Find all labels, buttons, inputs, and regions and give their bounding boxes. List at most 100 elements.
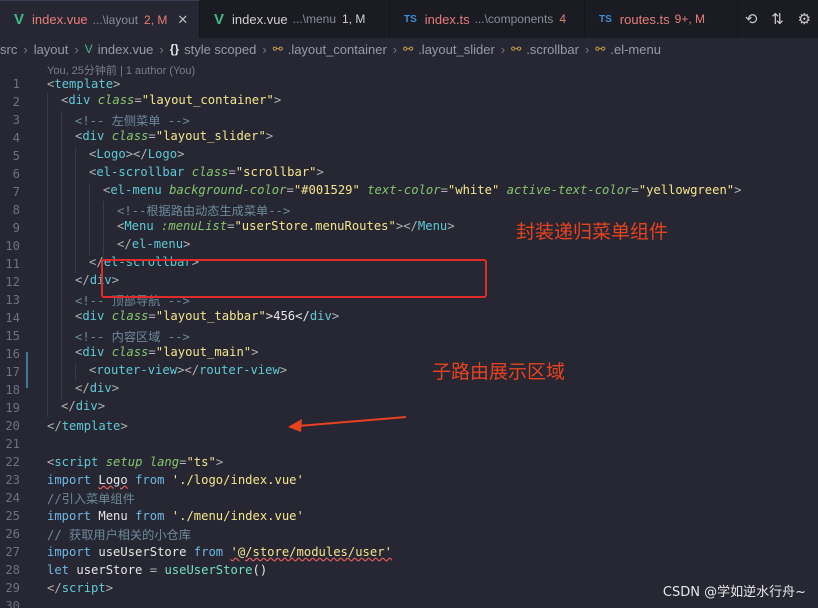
breadcrumb-layout-slider[interactable]: ⚯ .layout_slider: [403, 42, 495, 57]
tab-badge: 9+, M: [674, 12, 705, 26]
token: Logo: [98, 473, 128, 487]
comment: //引入菜单组件: [47, 492, 135, 506]
comment: <!--根据路由动态生成菜单-->: [117, 204, 291, 218]
chevron-right-icon: ›: [23, 41, 28, 57]
code-line: 5 <Logo></Logo>: [0, 147, 818, 165]
token: from: [135, 473, 165, 487]
code-line: 2 <div class="layout_container">: [0, 93, 818, 111]
braces-icon: {}: [169, 42, 180, 56]
token: text-color: [367, 183, 441, 197]
code-line: 18 </div>: [0, 381, 818, 399]
token: =: [440, 183, 448, 197]
token: >: [734, 183, 742, 197]
chevron-right-icon: ›: [262, 41, 267, 57]
token: class: [191, 165, 229, 179]
breadcrumb: src › layout › Vindex.vue › {} style scop…: [0, 38, 818, 60]
token: script: [54, 455, 99, 469]
token: class: [97, 93, 135, 107]
line-number: 28: [5, 563, 20, 577]
token: div: [89, 381, 112, 395]
breadcrumb-style[interactable]: {} style scoped: [170, 42, 257, 57]
token: div: [75, 399, 98, 413]
annotation-menu-note: 封装递归菜单组件: [516, 221, 669, 243]
vue-file-icon: V: [84, 42, 93, 56]
token: =: [631, 183, 639, 197]
breadcrumb-scrollbar[interactable]: ⚯ .scrollbar: [511, 42, 579, 57]
timeline-icon[interactable]: ⟲: [745, 10, 758, 28]
token: (): [252, 563, 268, 577]
token: './logo/index.vue': [171, 473, 304, 487]
editor-actions: ⟲ ⇅ ⚙: [738, 0, 818, 38]
token: el-menu: [131, 237, 184, 251]
token: >: [97, 399, 106, 413]
code-line: 26 // 获取用户相关的小仓库: [0, 525, 818, 543]
code-line: 25 import Menu from './menu/index.vue': [0, 507, 818, 525]
tab-menu-index-vue[interactable]: V index.vue ...\menu 1, M: [200, 0, 390, 38]
code-line: 3 <!-- 左侧菜单 -->: [0, 111, 818, 129]
comment: // 获取用户相关的小仓库: [47, 528, 191, 542]
token: </: [75, 273, 90, 287]
code-line: 28 let userStore = useUserStore(): [0, 561, 818, 579]
token: ></: [125, 147, 148, 161]
line-number: 5: [12, 149, 20, 163]
token: >: [273, 93, 282, 107]
line-number: 24: [5, 491, 20, 505]
line-number: 18: [5, 383, 20, 397]
tab-components-index-ts[interactable]: TS index.ts ...\components 4: [390, 0, 585, 38]
line-number: 21: [5, 437, 20, 451]
token: div: [309, 309, 332, 323]
breadcrumb-label: layout: [33, 41, 69, 57]
breadcrumb-layout[interactable]: layout: [34, 42, 69, 57]
chevron-right-icon: ›: [500, 41, 506, 57]
line-number: 2: [12, 95, 20, 109]
token: >: [183, 237, 191, 251]
tab-path: ...\layout: [92, 12, 139, 27]
go-live-icon[interactable]: ⚙: [798, 10, 811, 28]
token: =: [228, 165, 236, 179]
token: import: [47, 473, 92, 487]
token: Menu: [417, 219, 448, 233]
token: =: [148, 345, 156, 359]
code-line: 6 <el-scrollbar class="scrollbar">: [0, 165, 818, 183]
token: import: [47, 545, 92, 559]
typescript-file-icon: TS: [599, 13, 612, 25]
token: "userStore.menuRoutes": [234, 219, 396, 233]
breadcrumb-label: style scoped: [184, 41, 257, 57]
token: >: [111, 381, 120, 395]
line-number: 1: [12, 77, 20, 91]
line-number: 16: [5, 347, 20, 361]
token: div: [82, 345, 105, 359]
token: </: [47, 419, 62, 433]
token: "layout_main": [155, 345, 252, 359]
token: =: [286, 183, 294, 197]
breadcrumb-src[interactable]: src: [0, 42, 17, 57]
token: >: [251, 345, 259, 359]
code-line: 1 <template>: [0, 75, 818, 93]
token: >456</: [265, 309, 310, 323]
tab-badge: 1, M: [342, 12, 366, 26]
tab-name: index.vue: [232, 11, 288, 27]
tab-badge: 4: [559, 12, 566, 26]
close-icon[interactable]: ✕: [177, 12, 188, 28]
breadcrumb-layout-container[interactable]: ⚯ .layout_container: [273, 42, 387, 57]
code-editor[interactable]: You, 25分钟前 | 1 author (You) 1 <template> …: [0, 60, 818, 608]
breadcrumb-el-menu[interactable]: ⚯ .el-menu: [595, 42, 661, 57]
compare-changes-icon[interactable]: ⇅: [771, 10, 784, 28]
token: "layout_tabbar": [155, 309, 266, 323]
line-number: 26: [5, 527, 20, 541]
breadcrumb-label: index.vue: [97, 41, 154, 57]
token: ></: [395, 219, 418, 233]
breadcrumb-label: .el-menu: [610, 41, 661, 57]
token: template: [54, 77, 114, 91]
token: "yellowgreen": [638, 183, 735, 197]
line-number: 4: [12, 131, 20, 145]
token: Logo: [147, 147, 178, 161]
token: </: [117, 237, 132, 251]
breadcrumb-file[interactable]: Vindex.vue: [85, 42, 154, 57]
token: >: [279, 363, 288, 377]
token: script: [61, 581, 106, 595]
tab-layout-index-vue[interactable]: V index.vue ...\layout 2, M ✕: [0, 0, 200, 38]
token: >: [105, 581, 114, 595]
tab-routes-ts[interactable]: TS routes.ts 9+, M: [585, 0, 738, 38]
line-number: 12: [5, 275, 20, 289]
